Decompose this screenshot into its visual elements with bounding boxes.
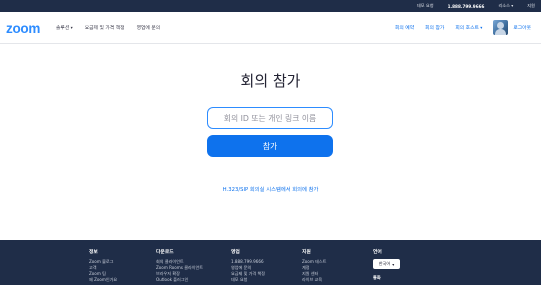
footer-link[interactable]: 데모 요청	[231, 277, 265, 283]
phone-number-link[interactable]: 1.888.799.9666	[448, 4, 485, 9]
host-meeting-dropdown[interactable]: 회의 호스트	[455, 24, 482, 31]
footer-column-language: 언어 한국어 통화	[373, 248, 400, 281]
logout-link[interactable]: 로그아웃	[513, 24, 531, 31]
footer-column-about: 정보 Zoom 블로그 고객 Zoom 팀 왜 Zoom인가요	[89, 248, 117, 283]
schedule-meeting-link[interactable]: 회의 예약	[395, 24, 414, 31]
request-demo-link[interactable]: 데모 요청	[417, 3, 434, 9]
footer-column-title: 지원	[302, 250, 311, 255]
solutions-dropdown[interactable]: 솔루션	[56, 24, 73, 31]
currency-title: 통화	[373, 275, 381, 280]
meeting-id-input[interactable]	[207, 107, 333, 129]
footer-column-sales: 영업 1.888.799.9666 영업에 문의 요금제 및 가격 책정 데모 …	[231, 248, 265, 283]
footer: 정보 Zoom 블로그 고객 Zoom 팀 왜 Zoom인가요 다운로드 회의 …	[0, 240, 541, 285]
footer-column-title: 언어	[373, 250, 382, 255]
footer-column-title: 영업	[231, 250, 240, 255]
footer-column-support: 지원 Zoom 테스트 계정 지원 센터 라이브 교육	[302, 248, 326, 283]
footer-link[interactable]: 왜 Zoom인가요	[89, 277, 117, 283]
nav-left-menu: 솔루션 요금제 및 가격 책정 영업에 문의	[56, 12, 160, 43]
language-select[interactable]: 한국어	[373, 259, 400, 269]
main-navbar: zoom 솔루션 요금제 및 가격 책정 영업에 문의 회의 예약 회의 참가 …	[0, 12, 541, 44]
page-title: 회의 참가	[240, 72, 301, 90]
contact-sales-link[interactable]: 영업에 문의	[137, 24, 161, 31]
h323-sip-join-link[interactable]: H.323/SIP 회의실 시스템에서 회의에 참가	[0, 185, 541, 193]
zoom-logo[interactable]: zoom	[6, 21, 40, 36]
plans-pricing-link[interactable]: 요금제 및 가격 책정	[85, 24, 125, 31]
nav-right-menu: 회의 예약 회의 참가 회의 호스트 로그아웃	[395, 12, 531, 43]
footer-link[interactable]: 라이브 교육	[302, 277, 326, 283]
join-button[interactable]: 참가	[207, 135, 333, 157]
resources-dropdown[interactable]: 리소스	[498, 3, 513, 9]
join-meeting-link[interactable]: 회의 참가	[425, 24, 444, 31]
avatar[interactable]	[493, 20, 509, 35]
support-link[interactable]: 지원	[527, 3, 535, 9]
footer-column-title: 정보	[89, 250, 98, 255]
footer-column-download: 다운로드 회의 클라이언트 Zoom Rooms 클라이언트 브라우저 확장 O…	[156, 248, 203, 283]
top-utility-bar: 데모 요청 1.888.799.9666 리소스 지원	[0, 0, 541, 12]
footer-column-title: 다운로드	[156, 250, 174, 255]
footer-link[interactable]: Outlook 플러그인	[156, 277, 203, 283]
utility-links: 데모 요청 1.888.799.9666 리소스 지원	[417, 0, 535, 12]
